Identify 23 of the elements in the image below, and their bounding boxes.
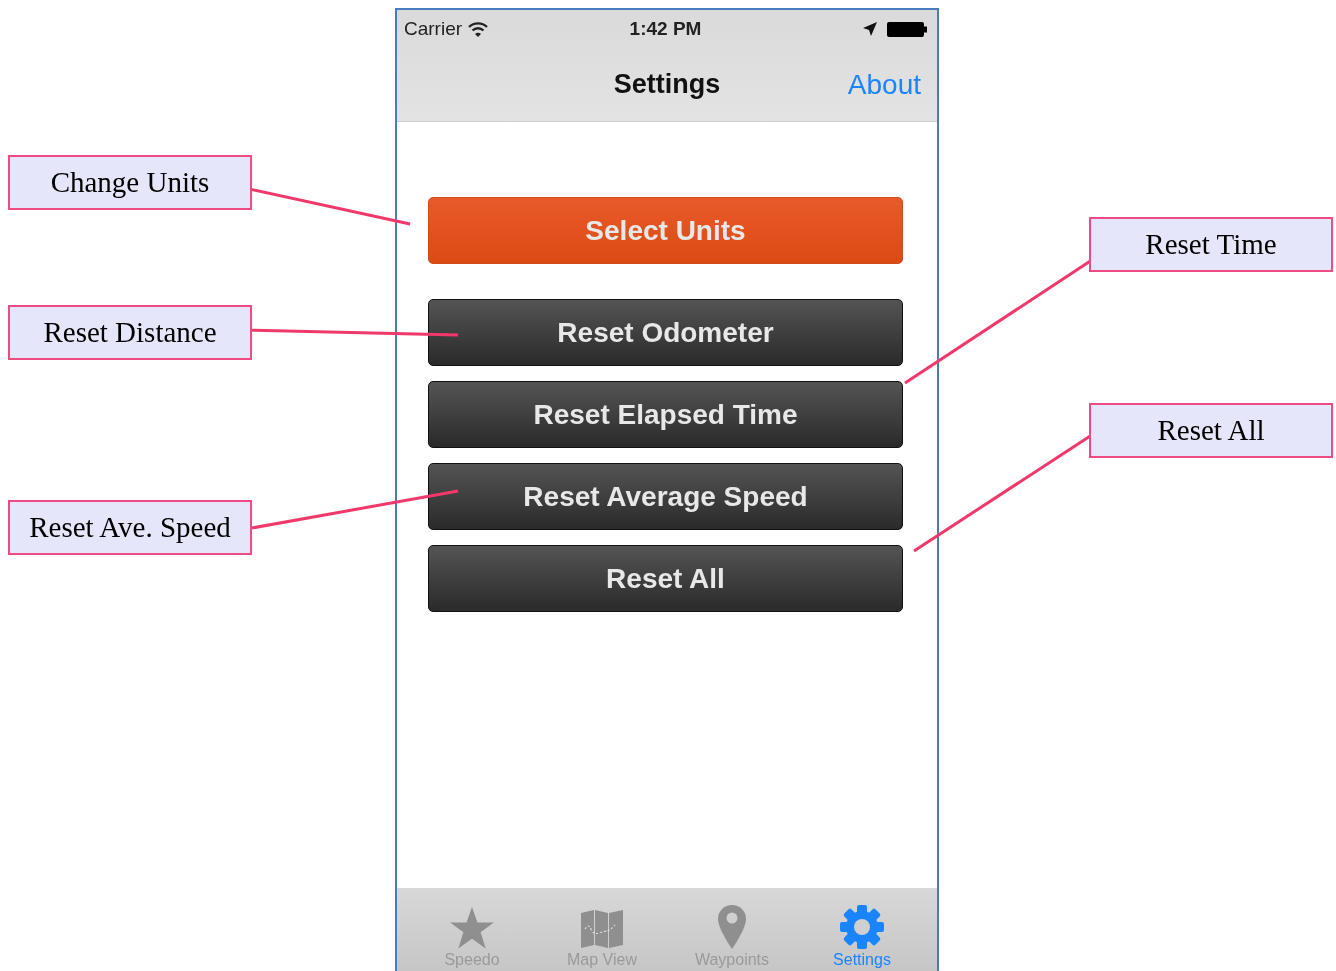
clock-time: 1:42 PM: [629, 18, 702, 40]
reset-button[interactable]: Reset All: [428, 545, 903, 612]
star-icon: [450, 907, 494, 949]
callout-label: Reset Ave. Speed: [8, 500, 252, 555]
about-link[interactable]: About: [847, 68, 921, 101]
location-arrow-icon: [863, 22, 877, 36]
settings-icon: [840, 905, 884, 949]
callout-label: Change Units: [8, 155, 252, 210]
map-icon: [580, 909, 624, 949]
wifi-icon: [468, 21, 489, 37]
reset-button[interactable]: Reset Average Speed: [428, 463, 903, 530]
reset-button[interactable]: Reset Elapsed Time: [428, 381, 903, 448]
map-pin-icon: [718, 905, 746, 949]
callout-label: Reset All: [1089, 403, 1333, 458]
select-units-button[interactable]: Select Units: [428, 197, 903, 264]
screen-title: Settings: [613, 69, 721, 100]
battery-icon: [887, 21, 927, 37]
callout-label: Reset Time: [1089, 217, 1333, 272]
callout-label: Reset Distance: [8, 305, 252, 360]
tab-item[interactable]: Settings: [797, 888, 927, 971]
tab-label: Settings: [833, 951, 891, 969]
reset-button[interactable]: Reset Odometer: [428, 299, 903, 366]
carrier-label: Carrier: [404, 18, 463, 40]
